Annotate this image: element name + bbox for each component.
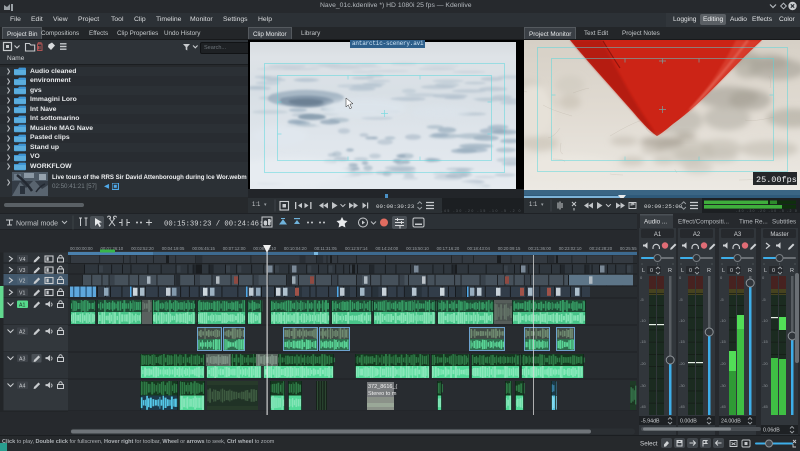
svg-text:-45: -45 [679,404,686,409]
svg-text:-10: -10 [679,318,686,323]
svg-text:Stereo to m: Stereo to m [368,391,397,397]
svg-text:L: L [642,268,645,274]
svg-text:00:14:24:00: 00:14:24:00 [376,246,399,251]
svg-text:R: R [707,268,711,274]
svg-text:-10: -10 [720,318,727,323]
svg-text:0: 0 [650,268,653,274]
svg-text:00:17:16:20: 00:17:16:20 [437,246,460,251]
svg-text:A3: A3 [19,357,25,363]
svg-text:-10: -10 [762,318,769,323]
svg-text:00:15:39:23 / 00:24:46:07: 00:15:39:23 / 00:24:46:07 [164,221,272,229]
svg-text:0.06dB: 0.06dB [763,428,780,434]
svg-text:0.00dB: 0.00dB [680,419,697,425]
svg-text:-20: -20 [720,361,727,366]
svg-text:00:05:45:15: 00:05:45:15 [192,246,215,251]
svg-text:A4: A4 [19,384,25,390]
svg-text:-30: -30 [720,383,727,388]
svg-text:V2: V2 [19,279,25,285]
svg-text:V4: V4 [19,257,25,263]
svg-text:L: L [722,268,725,274]
svg-text:00:04:19:05: 00:04:19:05 [162,246,185,251]
svg-text:R: R [748,268,752,274]
svg-text:-20: -20 [640,361,647,366]
svg-text:A3: A3 [734,232,742,238]
svg-text:-45: -45 [640,404,647,409]
svg-text:-15: -15 [720,339,727,344]
svg-text:L: L [681,268,684,274]
svg-text:00:15:50:10: 00:15:50:10 [406,246,429,251]
svg-text:24.00dB: 24.00dB [721,419,741,425]
svg-text:R: R [790,268,794,274]
svg-text:A2: A2 [19,330,25,336]
svg-text:00:00:00:00: 00:00:00:00 [70,246,93,251]
svg-text:-15: -15 [640,339,647,344]
svg-text:00:10:04:20: 00:10:04:20 [284,246,307,251]
svg-text:V3: V3 [19,268,25,274]
svg-text:25.00fps: 25.00fps [756,175,797,185]
svg-text:00:11:31:05: 00:11:31:05 [314,246,337,251]
svg-text:R: R [668,268,672,274]
svg-text:-20: -20 [679,361,686,366]
svg-text:Normal mode: Normal mode [16,221,58,228]
svg-text:0: 0 [772,268,775,274]
svg-text:-45: -45 [720,404,727,409]
svg-text:00:02:52:20: 00:02:52:20 [131,246,154,251]
svg-text:372_8616_(: 372_8616_( [368,384,398,390]
svg-text:00:21:36:00: 00:21:36:00 [528,246,551,251]
svg-text:-5.94dB: -5.94dB [641,419,660,425]
svg-text:-45: -45 [762,404,769,409]
svg-text:L: L [764,268,767,274]
svg-text:Time Re...: Time Re... [739,219,768,226]
svg-text:V1: V1 [19,291,25,297]
svg-text:00:25:55:04: 00:25:55:04 [620,246,637,251]
svg-text:-15: -15 [679,339,686,344]
svg-text:0: 0 [689,268,692,274]
svg-text:00:07:12:00: 00:07:12:00 [223,246,246,251]
svg-text:00:24:28:20: 00:24:28:20 [589,246,612,251]
svg-text:-20: -20 [762,361,769,366]
svg-text:A2: A2 [693,232,701,238]
svg-text:00:12:57:14: 00:12:57:14 [345,246,368,251]
svg-text:A1: A1 [654,232,662,238]
svg-text:-30: -30 [762,383,769,388]
svg-text:0: 0 [730,268,733,274]
svg-text:Subtitles: Subtitles [772,219,796,226]
svg-text:-10: -10 [640,318,647,323]
svg-text:Audio ...: Audio ... [644,219,667,226]
svg-text:00:18:43:04: 00:18:43:04 [467,246,490,251]
svg-text:00:23:02:10: 00:23:02:10 [559,246,582,251]
svg-text:-30: -30 [679,383,686,388]
svg-text:00:20:09:15: 00:20:09:15 [498,246,521,251]
svg-text:Select: Select [640,441,658,448]
svg-text:-30: -30 [640,383,647,388]
svg-text:Effect/Compositi...: Effect/Compositi... [678,219,729,226]
svg-text:A1: A1 [19,303,25,309]
svg-text:-15: -15 [762,339,769,344]
svg-text:Master: Master [770,232,788,238]
